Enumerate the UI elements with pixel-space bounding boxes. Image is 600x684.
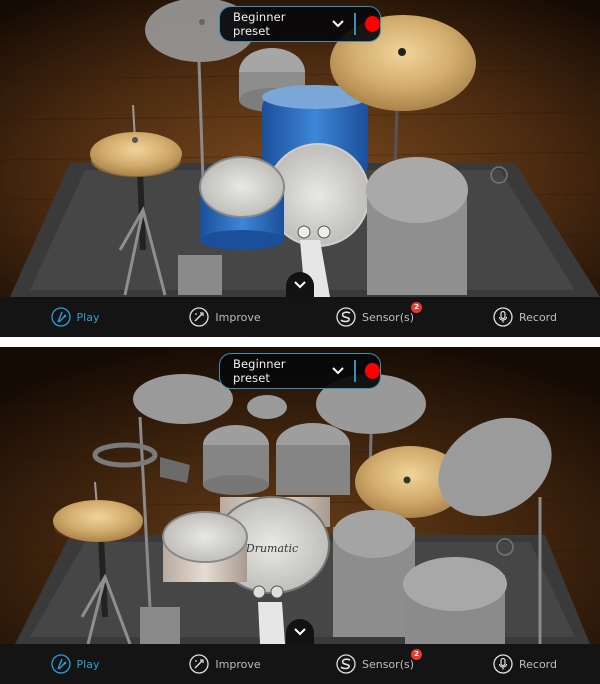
nav-item-play[interactable]: Play: [0, 644, 150, 684]
nav-item-record[interactable]: Record: [450, 644, 600, 684]
microphone-icon: [493, 307, 513, 327]
crash-cymbal: [133, 374, 233, 424]
sensor-logo-icon: [336, 654, 356, 674]
nav-label: Play: [76, 310, 100, 324]
kick-pedal: [258, 602, 285, 644]
notification-badge: 2: [411, 649, 422, 660]
nav-item-record[interactable]: Record: [450, 297, 600, 337]
nav-label: Sensor(s): [361, 310, 415, 324]
bass-drum-logo: Drumatic: [245, 542, 298, 555]
nav-item-sensors[interactable]: Sensor(s) 2: [300, 644, 450, 684]
drumsticks-icon: [50, 307, 71, 327]
preset-dropdown[interactable]: Beginner preset: [233, 10, 321, 38]
hi-hat-cymbal: [53, 500, 143, 542]
preset-selector-bar: Beginner preset: [219, 353, 381, 389]
collapse-toggle-button[interactable]: [286, 619, 314, 644]
drum-kit-scene[interactable]: [0, 0, 600, 297]
nav-label: Record: [518, 657, 557, 671]
bottom-navigation: Play Improve Sensor(s) 2 Record: [0, 297, 600, 337]
splash-cymbal: [247, 395, 287, 419]
bottom-navigation: Play Improve Sensor(s) 2 Record: [0, 644, 600, 684]
notification-badge: 2: [411, 302, 422, 313]
sensor-logo-icon: [336, 307, 356, 327]
drum-kit-view-2: Drumatic Beginner preset Play Improve Se…: [0, 347, 600, 684]
nav-item-improve[interactable]: Improve: [150, 297, 300, 337]
nav-label: Improve: [215, 657, 261, 671]
nav-label: Improve: [215, 310, 261, 324]
collapse-toggle-button[interactable]: [286, 272, 314, 297]
nav-label: Sensor(s): [361, 657, 415, 671]
chevron-down-icon[interactable]: [331, 17, 344, 31]
hi-hat-pedal: [140, 607, 180, 644]
chevron-down-icon: [294, 280, 306, 288]
nav-item-improve[interactable]: Improve: [150, 644, 300, 684]
nav-item-sensors[interactable]: Sensor(s) 2: [300, 297, 450, 337]
microphone-icon: [493, 654, 513, 674]
nav-label: Record: [518, 310, 557, 324]
hi-hat-pedal: [178, 255, 222, 295]
drum-kit-view-1: Beginner preset Play Improve Sensor(s) 2…: [0, 0, 600, 337]
record-button[interactable]: [364, 363, 380, 379]
drum-kit-scene[interactable]: Drumatic: [0, 347, 600, 644]
nav-label: Play: [76, 657, 100, 671]
chevron-down-icon: [294, 627, 306, 635]
drumsticks-icon: [50, 654, 71, 674]
preset-selector-bar: Beginner preset: [219, 6, 381, 42]
divider: [354, 360, 356, 382]
nav-item-play[interactable]: Play: [0, 297, 150, 337]
preset-dropdown[interactable]: Beginner preset: [233, 357, 321, 385]
magic-wand-icon: [189, 307, 210, 327]
record-button[interactable]: [364, 16, 380, 32]
magic-wand-icon: [189, 654, 210, 674]
divider: [354, 13, 356, 35]
chevron-down-icon[interactable]: [331, 364, 344, 378]
